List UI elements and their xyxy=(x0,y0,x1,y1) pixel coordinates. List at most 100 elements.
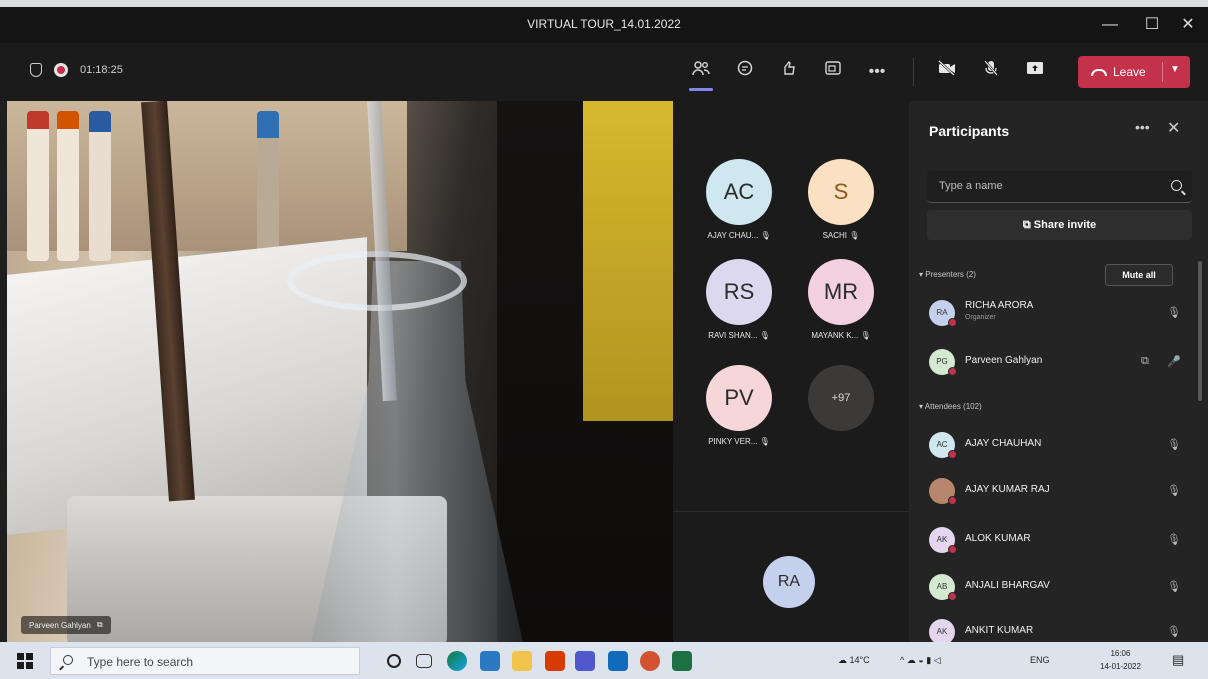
word-icon[interactable] xyxy=(608,651,628,671)
battery-icon: ▮ xyxy=(926,655,932,665)
rooms-icon[interactable] xyxy=(818,60,848,84)
participant-name: AJAY KUMAR RAJ xyxy=(965,484,1050,495)
camera-off-icon[interactable] xyxy=(932,60,962,84)
tile-name: SACHI xyxy=(822,231,848,240)
meeting-status: 01:18:25 xyxy=(30,63,123,77)
status-dot xyxy=(948,367,957,376)
screen-share-icon: ⧉ xyxy=(96,620,103,629)
toolbar-actions: ••• xyxy=(686,60,906,91)
gallery-tile[interactable]: PV PINKY VER... 🎙 xyxy=(689,365,789,446)
task-view-icon[interactable] xyxy=(416,654,432,668)
status-dot xyxy=(948,496,957,505)
chevron-down-icon: ▾ xyxy=(919,270,924,279)
chevron-down-icon: ▾ xyxy=(919,402,924,411)
meeting-toolbar: 01:18:25 ••• Leave ▼ xyxy=(0,43,1208,101)
store-icon[interactable] xyxy=(480,651,500,671)
toolbar-divider xyxy=(913,58,914,86)
more-icon[interactable]: ••• xyxy=(862,60,892,84)
device-controls xyxy=(932,60,1064,84)
share-icon[interactable] xyxy=(1020,60,1050,84)
share-invite-label: Share invite xyxy=(1033,219,1097,231)
overflow-tile[interactable]: +97 xyxy=(791,365,891,431)
participant-name: AJAY CHAUHAN xyxy=(965,438,1042,449)
presenters-heading[interactable]: ▾ Presenters (2) xyxy=(919,270,976,279)
overflow-count: +97 xyxy=(808,365,874,431)
avatar: MR xyxy=(808,259,874,325)
system-clock[interactable]: 16:06 14-01-2022 xyxy=(1100,647,1141,673)
office-icon[interactable] xyxy=(545,651,565,671)
tray-icons[interactable]: ^ ☁ ◒ ▮ ◁ xyxy=(900,655,941,666)
windows-start-icon[interactable] xyxy=(17,653,33,669)
weather-icon: ☁ xyxy=(838,655,847,665)
taskbar-search[interactable] xyxy=(50,647,360,675)
teams-icon[interactable] xyxy=(575,651,595,671)
participant-row[interactable]: AK ALOK KUMAR 🎙 xyxy=(929,521,1191,561)
tile-name: MAYANK K... xyxy=(811,331,859,340)
main-video[interactable]: Parveen Gahlyan ⧉ xyxy=(7,101,673,642)
attendees-heading[interactable]: ▾ Attendees (102) xyxy=(919,402,982,411)
gallery-tile[interactable]: S SACHI 🎙 xyxy=(791,159,891,240)
mic-off-icon: 🎙 xyxy=(1167,307,1181,319)
gallery-tile[interactable]: MR MAYANK K... 🎙 xyxy=(791,259,891,340)
avatar: RS xyxy=(706,259,772,325)
mic-off-icon[interactable] xyxy=(976,60,1006,84)
mic-off-icon: 🎙 xyxy=(860,331,871,340)
participant-row[interactable]: PG Parveen Gahlyan ⧉ 🎤 xyxy=(929,343,1191,383)
file-explorer-icon[interactable] xyxy=(512,651,532,671)
mic-off-icon: 🎙 xyxy=(1167,485,1181,497)
volume-icon: ◁ xyxy=(933,655,941,665)
participant-row[interactable]: AJAY KUMAR RAJ 🎙 xyxy=(929,472,1191,512)
chevron-down-icon[interactable]: ▼ xyxy=(1170,64,1180,75)
people-icon[interactable] xyxy=(686,60,716,91)
notification-icon[interactable]: ▤ xyxy=(1172,652,1184,668)
weather-status[interactable]: ☁ 14°C xyxy=(838,655,870,666)
participant-row[interactable]: AB ANJALI BHARGAV 🎙 xyxy=(929,568,1191,608)
participant-name: RICHA ARORA xyxy=(965,300,1034,311)
share-invite-button[interactable]: ⧉ Share invite xyxy=(927,210,1192,240)
presenter-name-tag: Parveen Gahlyan ⧉ xyxy=(21,616,111,634)
close-icon[interactable]: ✕ xyxy=(1167,118,1180,138)
minimize-button[interactable]: — xyxy=(1092,13,1128,37)
tile-name: RAVI SHAN... xyxy=(708,331,758,340)
close-window-button[interactable]: ✕ xyxy=(1170,13,1206,37)
avatar: S xyxy=(808,159,874,225)
top-strip xyxy=(0,0,1208,7)
taskbar-search-input[interactable] xyxy=(87,655,337,669)
reactions-icon[interactable] xyxy=(774,60,804,84)
leave-label: Leave xyxy=(1113,65,1146,79)
chat-icon[interactable] xyxy=(730,60,760,84)
participant-search[interactable] xyxy=(927,171,1192,203)
edge-icon[interactable] xyxy=(447,651,467,671)
tile-name: PINKY VER... xyxy=(708,437,758,446)
recording-icon xyxy=(54,63,68,77)
mic-off-icon: 🎙 xyxy=(759,331,770,340)
panel-scrollbar[interactable] xyxy=(1198,261,1202,401)
presenter-name: Parveen Gahlyan xyxy=(29,620,91,630)
search-icon[interactable] xyxy=(1171,180,1182,191)
leave-button[interactable]: Leave ▼ xyxy=(1078,56,1190,88)
excel-icon[interactable] xyxy=(672,651,692,671)
maximize-button[interactable]: ☐ xyxy=(1134,13,1170,37)
windows-taskbar: ☁ 14°C ^ ☁ ◒ ▮ ◁ ENG 16:06 14-01-2022 ▤ xyxy=(0,642,1208,679)
participants-panel: Participants ••• ✕ ⧉ Share invite ▾ Pres… xyxy=(909,101,1208,645)
mic-off-icon: 🎙 xyxy=(1167,439,1181,451)
gallery-tile[interactable]: RS RAVI SHAN... 🎙 xyxy=(689,259,789,340)
search-input[interactable] xyxy=(939,180,1139,192)
powerpoint-icon[interactable] xyxy=(640,651,660,671)
shield-icon xyxy=(30,63,42,77)
avatar xyxy=(929,478,957,505)
self-avatar[interactable]: RA xyxy=(763,556,815,608)
participant-row[interactable]: AC AJAY CHAUHAN 🎙 xyxy=(929,426,1191,466)
mic-off-icon: 🎙 xyxy=(760,231,771,240)
meeting-timer: 01:18:25 xyxy=(80,64,123,76)
cortana-icon[interactable] xyxy=(387,654,401,668)
weather-temp: 14°C xyxy=(849,655,870,665)
participant-row[interactable]: RA RICHA ARORA Organizer 🎙 xyxy=(929,294,1191,334)
more-icon[interactable]: ••• xyxy=(1135,119,1150,135)
participant-name: Parveen Gahlyan xyxy=(965,355,1043,366)
participant-gallery: AC AJAY CHAU... 🎙 S SACHI 🎙 RS RAVI SHAN… xyxy=(673,101,909,642)
language-indicator[interactable]: ENG xyxy=(1030,655,1050,665)
video-tube xyxy=(57,111,79,261)
gallery-tile[interactable]: AC AJAY CHAU... 🎙 xyxy=(689,159,789,240)
mute-all-button[interactable]: Mute all xyxy=(1105,264,1173,286)
